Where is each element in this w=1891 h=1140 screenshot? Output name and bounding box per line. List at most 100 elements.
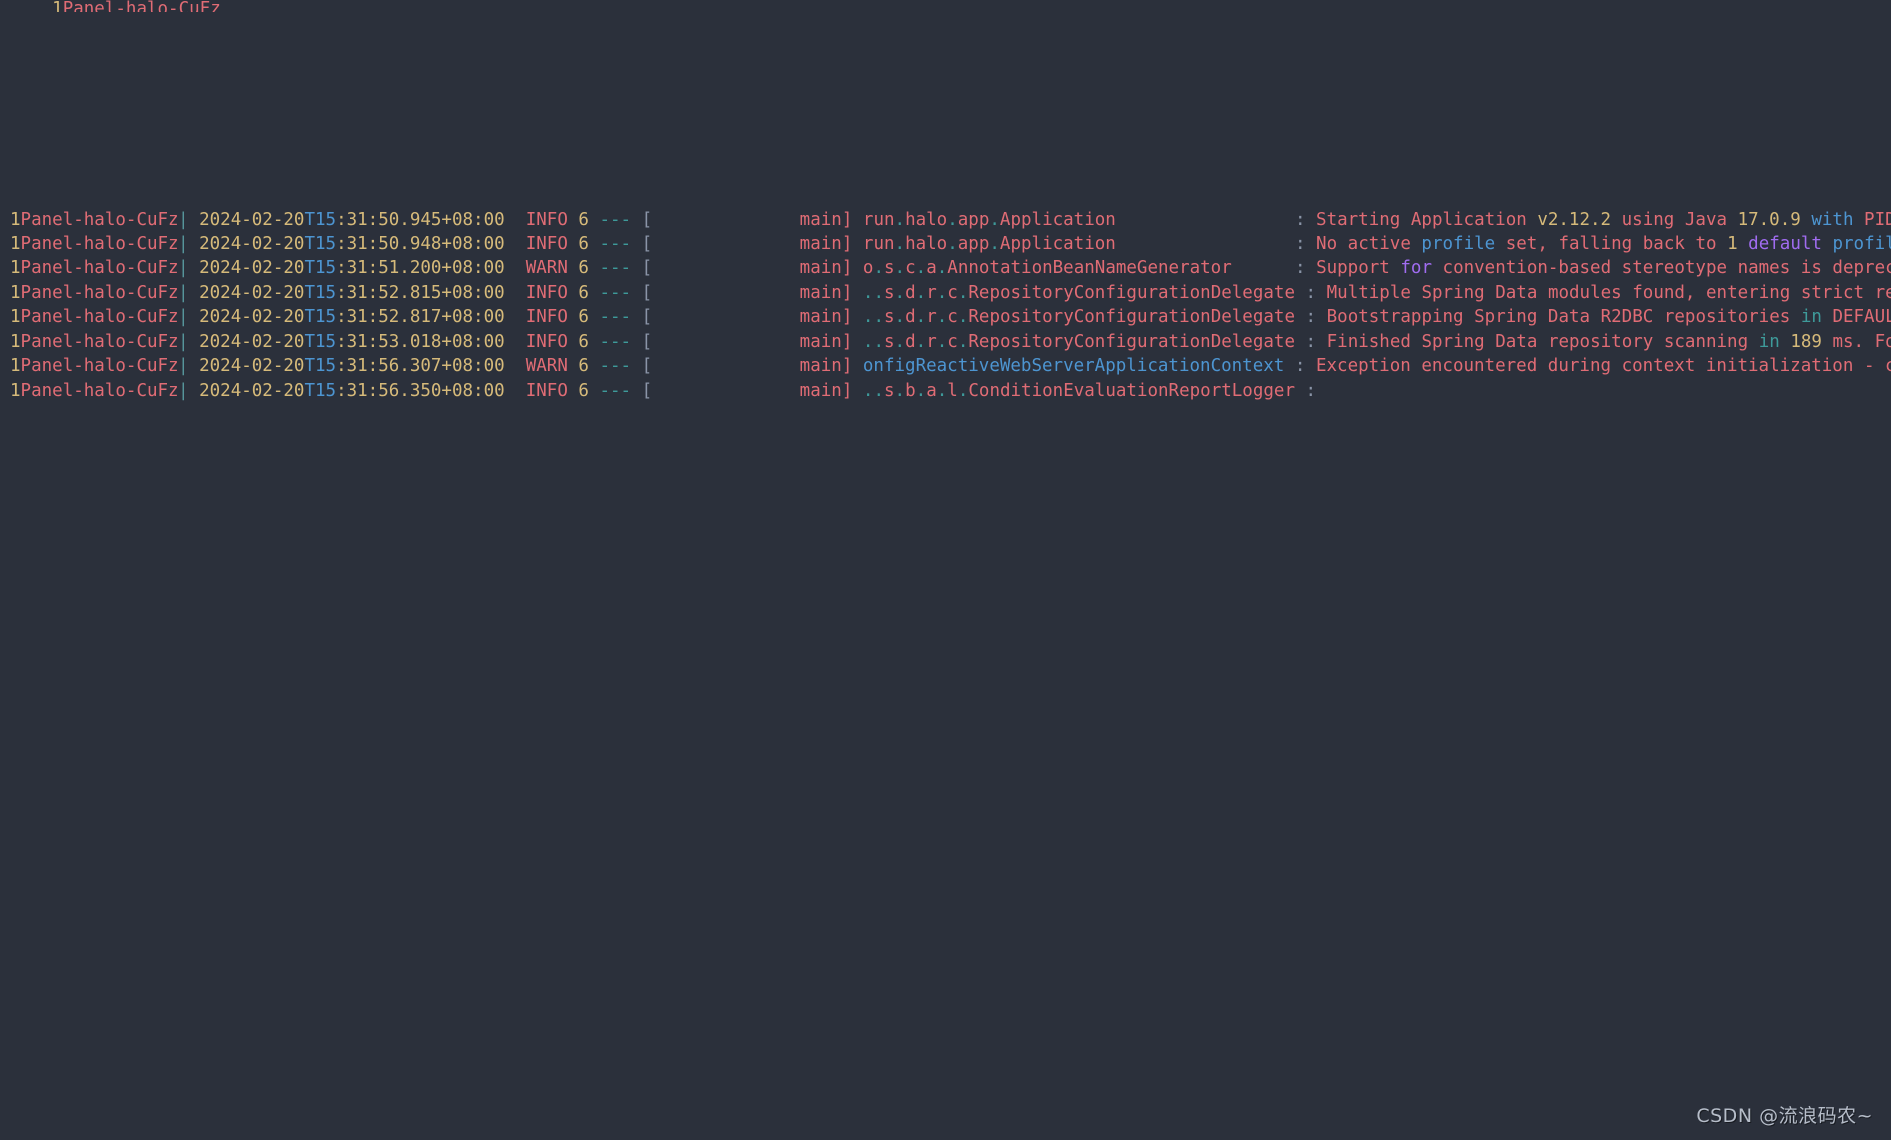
log-entry-list: 1Panel-halo-CuFz| 2024-02-20T15:31:50.94… (0, 208, 1891, 404)
log-timestamp-t: T15 (304, 380, 337, 401)
container-prefix: 1Panel-halo-CuFz (10, 356, 179, 377)
log-bracket-open: [ (631, 233, 653, 254)
log-colon: : (1305, 380, 1327, 401)
log-line: 1Panel-halo-CuFz| (0, 574, 1891, 598)
log-timestamp: 2024-02-20 (188, 380, 305, 401)
banner-ascii-line: 1Panel-halo-CuFz| __ __ __ (0, 941, 1891, 965)
log-line: 1Panel-halo-CuFz| (0, 159, 1891, 183)
log-timestamp-t: T15 (304, 331, 337, 352)
log-level: INFO (504, 282, 568, 303)
log-dashes: --- (588, 258, 632, 279)
container-prefix: 1Panel-halo-CuFz (10, 209, 179, 230)
log-timestamp: 2024-02-20 (188, 356, 305, 377)
log-timestamp-t: T15 (304, 209, 337, 230)
description-text-line: 1Panel-halo-CuFz| Failed to bind propert… (0, 647, 1891, 671)
log-line: 1Panel-halo-CuFz| (0, 672, 1891, 696)
log-dashes: --- (588, 380, 632, 401)
separator-pipe: | (178, 331, 189, 352)
log-timestamp: 2024-02-20 (188, 233, 305, 254)
log-pid: 6 (567, 356, 589, 377)
log-line: 1Panel-halo-CuFz| (0, 794, 1891, 818)
separator-pipe: | (178, 258, 189, 279)
log-colon: : (1305, 331, 1327, 352)
log-line: 1Panel-halo-CuFz (0, 0, 1891, 12)
log-pid: 6 (567, 307, 589, 328)
log-thread: main] (652, 258, 853, 279)
container-prefix: 1Panel-halo-CuFz (10, 380, 179, 401)
log-thread: main] (652, 209, 853, 230)
log-message: Exception encountered during context ini… (1315, 356, 1891, 377)
log-line: 1Panel-halo-CuFz| (0, 843, 1891, 867)
log-line: 1Panel-halo-CuFz| (0, 916, 1891, 940)
log-message: Finished Spring Data repository scanning… (1326, 331, 1891, 352)
log-logger: onfigReactiveWebServerApplicationContext (852, 356, 1285, 377)
log-timestamp-t: T15 (304, 307, 337, 328)
log-thread: main] (652, 233, 853, 254)
log-line: 1Panel-halo-CuFz| (0, 12, 1891, 36)
log-line-entry: 1Panel-halo-CuFz| 2024-02-20T15:31:52.81… (0, 305, 1891, 329)
separator-pipe: | (178, 380, 189, 401)
banner-ascii-line: 1Panel-halo-CuFz| __ __ __ (0, 36, 1891, 60)
log-pid: 6 (567, 233, 589, 254)
log-dashes: --- (588, 331, 632, 352)
log-message: Bootstrapping Spring Data R2DBC reposito… (1326, 307, 1891, 328)
log-message: Starting Application v2.12.2 using Java … (1316, 209, 1891, 230)
action-label-line: 1Panel-halo-CuFz| Action: (0, 818, 1891, 842)
log-line-entry: 1Panel-halo-CuFz| 2024-02-20T15:31:50.94… (0, 232, 1891, 256)
log-level: WARN (504, 258, 568, 279)
log-logger (852, 307, 863, 327)
log-timestamp: 2024-02-20 (188, 209, 305, 230)
log-pid: 6 (567, 380, 589, 401)
log-timestamp: 2024-02-20 (188, 282, 305, 303)
log-bracket-open: [ (631, 356, 653, 377)
terminal-log-viewport[interactable]: 1Panel-halo-CuFz 1Panel-halo-CuFz| 1Pane… (0, 0, 1891, 1140)
log-pid: 6 (567, 282, 589, 303)
container-prefix: 1Panel-halo-CuFz (10, 331, 179, 352)
banner-version-line: 1Panel-halo-CuFz| Version: 2.12.2 (0, 183, 1891, 207)
log-colon: : (1305, 307, 1327, 328)
log-logger (852, 381, 863, 401)
log-colon: : (1305, 282, 1327, 303)
context-error-line: 1Panel-halo-CuFz| Error starting Applica… (0, 427, 1891, 451)
log-dashes: --- (588, 307, 632, 328)
log-thread: main] (652, 356, 853, 377)
banner-ascii-line: 1Panel-halo-CuFz|/_/ /_/\__,_/_/\____/ (0, 134, 1891, 158)
log-bracket-open: [ (631, 331, 653, 352)
log-timestamp: 2024-02-20 (188, 258, 305, 279)
log-thread: main] (652, 380, 853, 401)
separator-pipe: | (178, 282, 189, 303)
failed-headline-line: 1Panel-halo-CuFz| APPLICATION FAILED TO … (0, 525, 1891, 549)
log-bracket-open: [ (631, 307, 653, 328)
log-level: INFO (504, 380, 568, 401)
log-thread: main] (652, 307, 853, 328)
log-timestamp-t: T15 (304, 282, 337, 303)
reason-line: 1Panel-halo-CuFz| Reason: failed to conv… (0, 770, 1891, 794)
log-timestamp-t: T15 (304, 258, 337, 279)
log-message: No active profile set, falling back to 1… (1316, 233, 1891, 254)
log-timestamp-t: T15 (304, 356, 337, 377)
description-label-line: 1Panel-halo-CuFz| Description: (0, 599, 1891, 623)
log-line: 1Panel-halo-CuFz| (0, 892, 1891, 916)
log-thread: main] (652, 282, 853, 303)
log-level: INFO (504, 209, 568, 230)
log-line-entry: 1Panel-halo-CuFz| 2024-02-20T15:31:56.35… (0, 379, 1891, 403)
log-line-entry: 1Panel-halo-CuFz| 2024-02-20T15:31:50.94… (0, 208, 1891, 232)
log-bracket-open: [ (631, 282, 653, 303)
log-line-error: 1Panel-halo-CuFz| 2024-02-20T15:31:56.37… (0, 452, 1891, 476)
banner-ascii-line: 1Panel-halo-CuFz| / __ / /_/ / / /_/ / (0, 110, 1891, 134)
log-timestamp-t: T15 (304, 233, 337, 254)
asterisk-bar-line: 1Panel-halo-CuFz| **********************… (0, 501, 1891, 525)
log-dashes: --- (588, 356, 632, 377)
log-message: Support for convention-based stereotype … (1316, 258, 1891, 279)
log-pid: 6 (567, 209, 589, 230)
log-thread: main] (652, 331, 853, 352)
separator-pipe (220, 0, 231, 12)
container-prefix: 1Panel-halo-CuFz (10, 258, 179, 279)
log-line: 1Panel-halo-CuFz| (0, 623, 1891, 647)
log-level: WARN (504, 356, 568, 377)
value-line: 1Panel-halo-CuFz| Value: "" (0, 721, 1891, 745)
container-prefix: 1Panel-halo-CuFz (52, 0, 221, 12)
log-logger (852, 258, 863, 278)
banner-ascii-line: 1Panel-halo-CuFz| / / / /__ _/ /___ (0, 61, 1891, 85)
log-line-entry: 1Panel-halo-CuFz| 2024-02-20T15:31:53.01… (0, 330, 1891, 354)
